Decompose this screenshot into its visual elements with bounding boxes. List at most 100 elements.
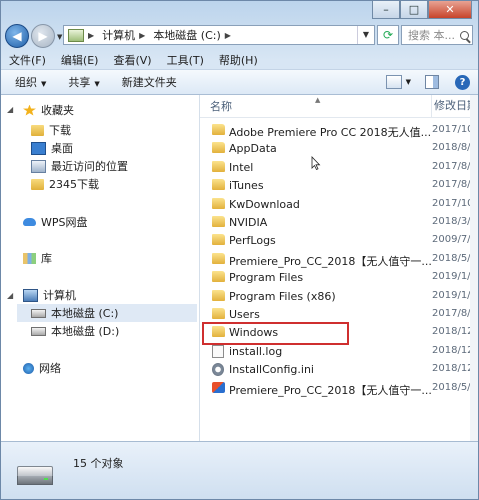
chevron-right-icon[interactable]: ▶: [139, 31, 145, 40]
file-name: Premiere_Pro_CC_2018【无人值守一...: [229, 254, 432, 268]
file-row[interactable]: InstallConfig.ini 2018/12/: [200, 360, 478, 378]
back-button[interactable]: ◀: [5, 24, 29, 48]
desktop-icon: [31, 141, 46, 155]
folder-icon: [31, 178, 44, 190]
file-row[interactable]: Users 2017/8/5: [200, 305, 478, 323]
recent-pages-dropdown[interactable]: ▼: [57, 33, 62, 48]
star-icon: [23, 104, 36, 116]
drive-large-icon: [17, 462, 53, 486]
status-bar: 15 个对象: [1, 441, 478, 499]
nav-wps-cloud[interactable]: WPS网盘: [23, 213, 88, 231]
breadcrumb-computer[interactable]: 计算机: [102, 27, 135, 43]
folder-icon: [212, 289, 225, 301]
nav-label: WPS网盘: [41, 216, 88, 229]
file-row[interactable]: KwDownload 2017/10/: [200, 195, 478, 213]
file-name: Premiere_Pro_CC_2018【无人值守一...: [229, 383, 432, 397]
folder-icon: [212, 234, 225, 246]
vertical-scrollbar[interactable]: [470, 95, 478, 441]
file-row[interactable]: Intel 2017/8/5: [200, 158, 478, 176]
file-name: NVIDIA: [229, 216, 268, 229]
file-row[interactable]: Premiere_Pro_CC_2018【无人值守一... 2018/5/1: [200, 250, 478, 268]
refresh-button[interactable]: ⟳: [377, 25, 399, 45]
menu-file[interactable]: 文件(F): [9, 52, 46, 68]
file-row[interactable]: AppData 2018/8/2: [200, 139, 478, 157]
share-button[interactable]: 共享 ▼: [68, 74, 99, 90]
chevron-right-icon[interactable]: ▶: [88, 31, 94, 40]
menu-help[interactable]: 帮助(H): [219, 52, 258, 68]
collapse-icon[interactable]: ◢: [7, 291, 13, 300]
nav-computer[interactable]: 计算机: [23, 286, 76, 304]
new-folder-button[interactable]: 新建文件夹: [122, 74, 177, 90]
cloud-icon: [23, 218, 36, 226]
file-name: AppData: [229, 142, 277, 156]
chevron-down-icon: ▼: [41, 80, 47, 88]
downloads-folder-icon: [31, 124, 44, 136]
folder-icon: [212, 160, 225, 172]
help-icon[interactable]: ?: [455, 74, 470, 90]
file-row[interactable]: Program Files 2019/1/3: [200, 268, 478, 286]
close-button[interactable]: ✕: [428, 1, 472, 19]
file-row[interactable]: Premiere_Pro_CC_2018【无人值守一... 2018/5/1: [200, 379, 478, 397]
search-placeholder: 搜索 本...: [408, 29, 455, 42]
breadcrumb-drive-c[interactable]: 本地磁盘 (C:): [153, 27, 220, 43]
file-row[interactable]: NVIDIA 2018/3/8: [200, 213, 478, 231]
view-dropdown-icon[interactable]: ▼: [406, 78, 411, 86]
nav-label: 收藏夹: [41, 104, 74, 117]
search-box[interactable]: 搜索 本...: [401, 25, 473, 45]
nav-drive-c[interactable]: 本地磁盘 (C:): [17, 304, 197, 322]
menu-view[interactable]: 查看(V): [113, 52, 151, 68]
text-file-icon: [212, 344, 224, 358]
folder-icon: [212, 308, 225, 319]
minimize-button[interactable]: –: [372, 1, 400, 19]
file-name: iTunes: [229, 179, 264, 193]
column-name[interactable]: 名称: [210, 98, 232, 114]
view-controls: ▼ ?: [385, 74, 478, 90]
mouse-cursor-icon: [311, 156, 321, 170]
nav-item-recent-places[interactable]: 最近访问的位置: [31, 157, 128, 175]
organize-button[interactable]: 组织 ▼: [15, 74, 46, 90]
nav-network[interactable]: 网络: [23, 359, 61, 377]
view-icon[interactable]: [385, 75, 402, 89]
file-name: PerfLogs: [229, 234, 276, 248]
folder-icon: [212, 142, 225, 154]
address-bar[interactable]: ▶ 计算机 ▶ 本地磁盘 (C:) ▶ ▼: [63, 25, 375, 45]
file-name: Intel: [229, 160, 254, 174]
nav-item-downloads[interactable]: 下载: [31, 121, 71, 139]
nav-label: 本地磁盘 (C:): [51, 307, 119, 320]
file-row[interactable]: iTunes2017/8/23: [200, 176, 478, 194]
nav-drive-d[interactable]: 本地磁盘 (D:): [31, 322, 119, 340]
share-label: 共享: [68, 76, 91, 89]
address-dropdown-icon[interactable]: ▼: [357, 26, 374, 44]
nav-libraries[interactable]: 库: [23, 249, 52, 267]
column-headers: ▲ 名称 修改日期: [200, 95, 478, 118]
menu-tools[interactable]: 工具(T): [167, 52, 204, 68]
recent-places-icon: [31, 159, 46, 173]
maximize-button[interactable]: □: [400, 1, 428, 19]
settings-file-icon: [212, 363, 224, 377]
command-bar: 组织 ▼ 共享 ▼ 新建文件夹 ▼ ?: [1, 69, 478, 95]
chevron-right-icon[interactable]: ▶: [225, 31, 231, 40]
preview-pane-icon[interactable]: [425, 75, 439, 89]
library-icon: [23, 252, 36, 264]
folder-icon: [212, 216, 225, 227]
collapse-icon[interactable]: ◢: [7, 105, 13, 114]
nav-favorites[interactable]: 收藏夹: [23, 101, 74, 119]
file-row[interactable]: Adobe Premiere Pro CC 2018无人值... 2017/10/: [200, 121, 478, 139]
navigation-buttons: ◀ ▶ ▼: [5, 24, 64, 48]
explorer-window: – □ ✕ ◀ ▶ ▼ ▶ 计算机 ▶ 本地磁盘 (C:) ▶ ▼ ⟳ 搜索 本…: [0, 0, 479, 500]
nav-label: 2345下载: [49, 178, 99, 191]
file-row[interactable]: Program Files (x86) 2019/1/3: [200, 287, 478, 305]
file-name: Users: [229, 308, 260, 321]
item-count: 15 个对象: [73, 457, 124, 470]
nav-item-desktop[interactable]: 桌面: [31, 139, 73, 157]
drive-icon: [31, 326, 46, 336]
file-list: ▲ 名称 修改日期 Adobe Premiere Pro CC 2018无人值.…: [200, 95, 478, 441]
nav-item-2345-downloads[interactable]: 2345下载: [31, 175, 99, 193]
search-icon[interactable]: [460, 30, 469, 40]
folder-icon: [212, 197, 225, 209]
folder-icon: [212, 252, 225, 264]
file-row[interactable]: PerfLogs 2009/7/1: [200, 231, 478, 249]
window-controls: – □ ✕: [372, 1, 472, 19]
menu-edit[interactable]: 编辑(E): [61, 52, 99, 68]
forward-button[interactable]: ▶: [31, 24, 55, 48]
